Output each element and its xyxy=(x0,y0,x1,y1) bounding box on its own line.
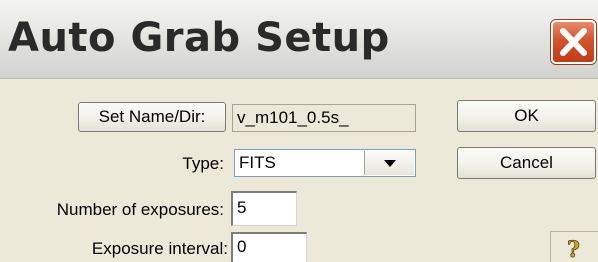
cancel-label: Cancel xyxy=(500,153,553,172)
close-button[interactable] xyxy=(551,20,596,64)
svg-text:?: ? xyxy=(567,237,580,262)
type-selected-value: FITS xyxy=(239,153,276,172)
auto-grab-setup-dialog: Auto Grab Setup Set Name/Dir: v_m101_0.5… xyxy=(0,0,598,262)
ok-button[interactable]: OK xyxy=(457,100,596,132)
window-title: Auto Grab Setup xyxy=(8,15,390,61)
set-name-dir-label: Set Name/Dir: xyxy=(98,107,206,126)
help-icon: ? xyxy=(567,237,581,262)
help-button[interactable]: ? xyxy=(550,231,598,262)
interval-input[interactable]: 0 xyxy=(231,232,307,262)
cancel-button[interactable]: Cancel xyxy=(457,147,596,179)
exposures-input[interactable]: 5 xyxy=(231,191,297,226)
ok-label: OK xyxy=(514,106,539,125)
chevron-down-icon[interactable] xyxy=(364,151,414,175)
name-dir-field: v_m101_0.5s_ xyxy=(232,104,416,132)
type-select[interactable]: FITS xyxy=(234,149,416,177)
close-icon xyxy=(560,28,587,56)
exposures-label: Number of exposures: xyxy=(56,200,224,219)
interval-label: Exposure interval: xyxy=(91,239,228,258)
set-name-dir-button[interactable]: Set Name/Dir: xyxy=(78,102,226,132)
title-bar[interactable]: Auto Grab Setup xyxy=(0,0,598,79)
type-label: Type: xyxy=(182,154,224,173)
